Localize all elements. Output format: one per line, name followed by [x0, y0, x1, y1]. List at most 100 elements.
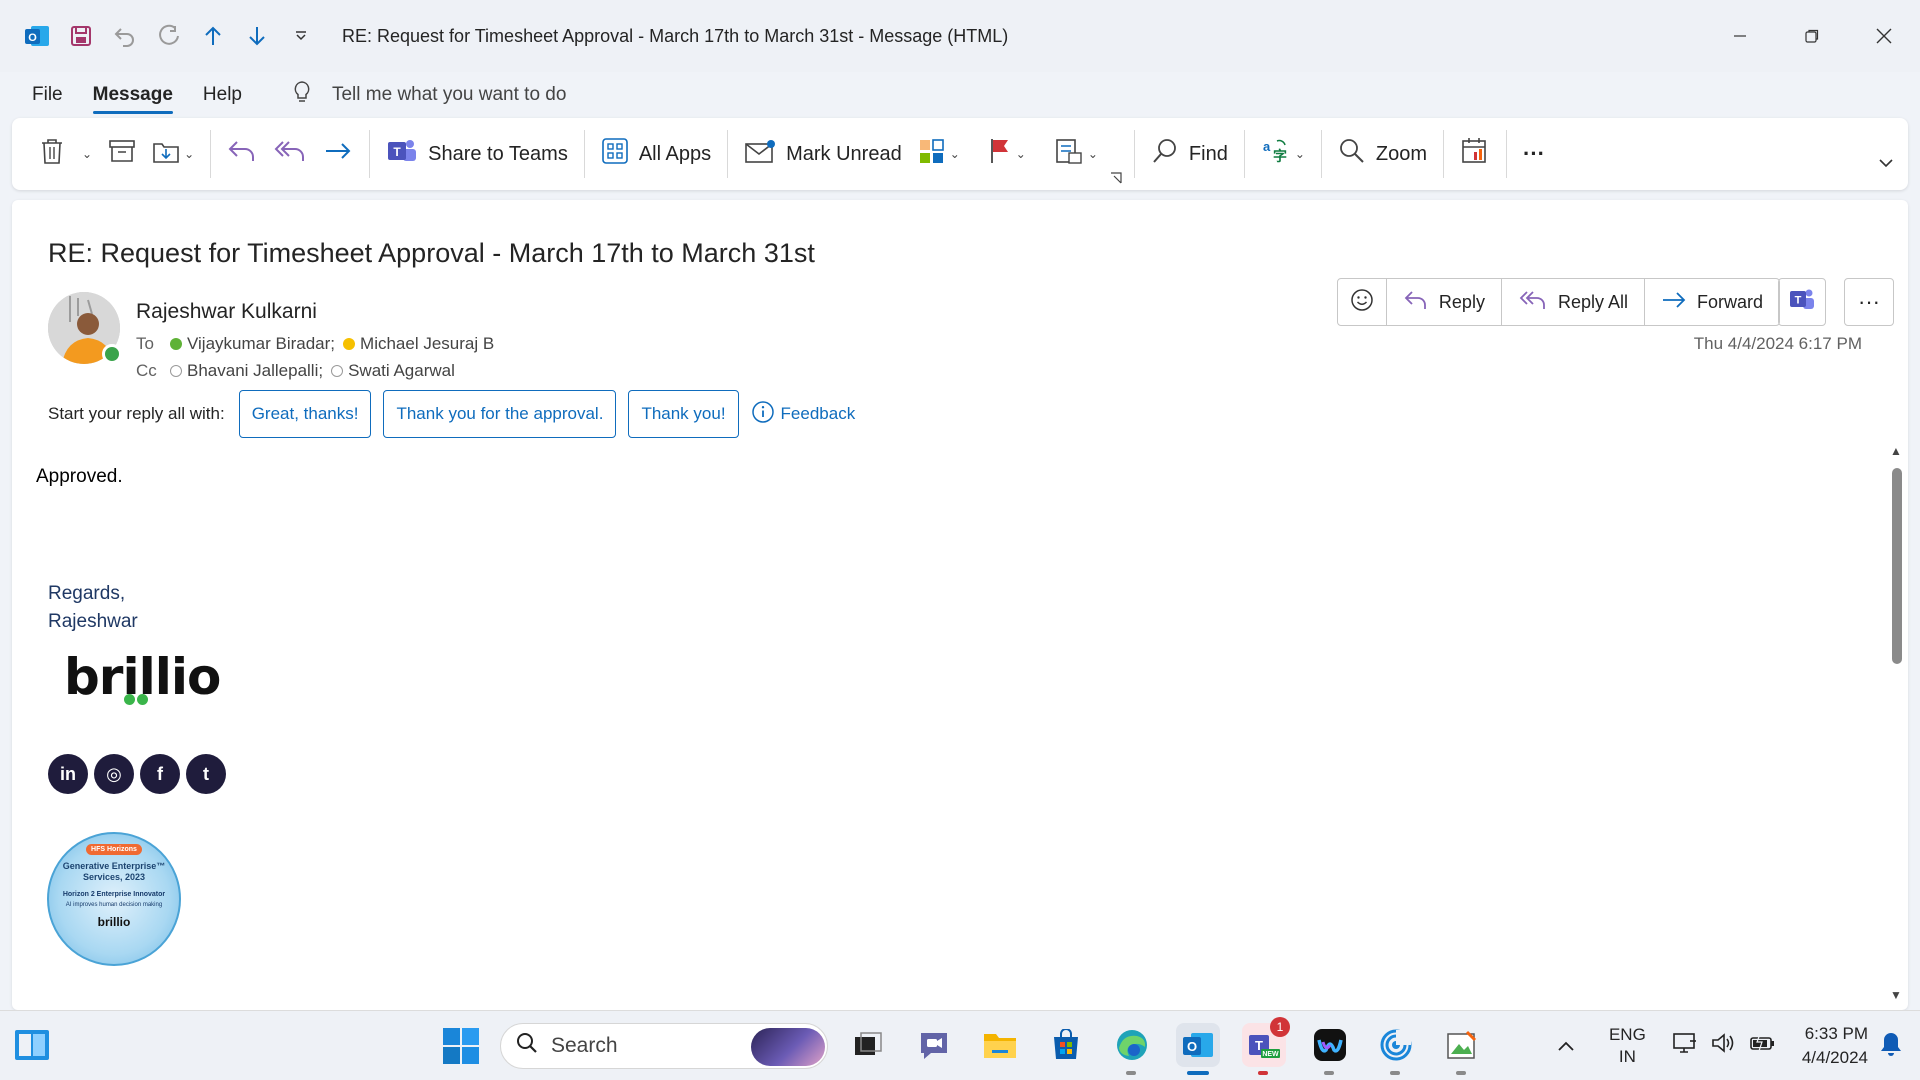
- reply-ribbon-button[interactable]: [219, 130, 265, 178]
- battery-icon[interactable]: [1748, 1031, 1776, 1061]
- scroll-down-icon[interactable]: ▼: [1890, 988, 1902, 1002]
- system-clock[interactable]: 6:33 PM 4/4/2024: [1802, 1022, 1868, 1070]
- more-actions-button[interactable]: ···: [1844, 278, 1894, 326]
- presence-away-icon: [343, 338, 356, 350]
- reply-all-ribbon-button[interactable]: [265, 130, 315, 178]
- vpn-client-icon[interactable]: [1374, 1023, 1418, 1075]
- network-icon[interactable]: [1672, 1031, 1698, 1061]
- edge-browser-icon[interactable]: [1110, 1023, 1154, 1075]
- forward-ribbon-button[interactable]: [315, 130, 361, 178]
- chevron-down-icon[interactable]: ⌄: [184, 147, 194, 161]
- suggested-reply-chip[interactable]: Thank you!: [628, 390, 739, 438]
- badge-subtitle: Horizon 2 Enterprise Innovator: [62, 891, 166, 898]
- suggested-reply-chip[interactable]: Thank you for the approval.: [383, 390, 617, 438]
- tab-file[interactable]: File: [32, 76, 63, 114]
- start-button[interactable]: [442, 1027, 480, 1070]
- to-label: To: [136, 334, 154, 353]
- widgets-icon[interactable]: [14, 1029, 50, 1061]
- recipient-michael[interactable]: Michael Jesuraj B: [343, 334, 494, 354]
- running-indicator: [1456, 1071, 1466, 1075]
- mark-unread-button[interactable]: Mark Unread: [736, 130, 910, 178]
- feedback-link[interactable]: Feedback: [751, 400, 856, 429]
- sender-name[interactable]: Rajeshwar Kulkarni: [136, 300, 317, 324]
- chevron-down-icon[interactable]: ⌄: [1295, 147, 1305, 161]
- vertical-scrollbar[interactable]: ▲ ▼: [1886, 440, 1908, 1002]
- redo-icon[interactable]: [154, 21, 184, 51]
- tab-help[interactable]: Help: [203, 76, 242, 114]
- move-button[interactable]: ⌄: [144, 130, 202, 178]
- outlook-app-icon[interactable]: O: [22, 21, 52, 51]
- save-icon[interactable]: [66, 21, 96, 51]
- translate-button[interactable]: a字 ⌄: [1253, 130, 1313, 178]
- chevron-down-icon[interactable]: ⌄: [1016, 147, 1026, 161]
- signature-name: Rajeshwar: [48, 611, 138, 632]
- facebook-icon[interactable]: f: [140, 754, 180, 794]
- social-links: in ◎ f t: [48, 754, 226, 794]
- linkedin-icon[interactable]: in: [48, 754, 88, 794]
- archive-icon: [108, 138, 136, 170]
- minimize-icon[interactable]: [1704, 0, 1776, 72]
- show-hidden-icons-icon[interactable]: [1557, 1036, 1575, 1057]
- chevron-down-icon[interactable]: ⌄: [950, 147, 960, 161]
- avatar[interactable]: [48, 292, 122, 364]
- more-commands-button[interactable]: ···: [1515, 130, 1553, 178]
- feedback-label: Feedback: [780, 404, 856, 423]
- all-apps-button[interactable]: All Apps: [593, 130, 719, 178]
- twitter-icon[interactable]: t: [186, 754, 226, 794]
- reply-all-button[interactable]: Reply All: [1500, 279, 1644, 325]
- delete-button[interactable]: ⌄: [32, 130, 100, 178]
- scrollbar-thumb[interactable]: [1892, 468, 1902, 664]
- tell-me-search[interactable]: Tell me what you want to do: [292, 80, 566, 110]
- microsoft-store-icon[interactable]: [1044, 1023, 1088, 1067]
- cc-label: Cc: [136, 361, 157, 380]
- previous-item-icon[interactable]: [198, 21, 228, 51]
- chevron-down-icon[interactable]: ⌄: [82, 147, 92, 161]
- rules-button[interactable]: ⌄: [1046, 130, 1106, 178]
- recipient-bhavani[interactable]: Bhavani Jallepalli;: [170, 361, 323, 381]
- suggested-reply-chip[interactable]: Great, thanks!: [238, 390, 372, 438]
- teams-chat-button[interactable]: T: [1778, 278, 1826, 326]
- file-explorer-icon[interactable]: [978, 1023, 1022, 1067]
- scroll-up-icon[interactable]: ▲: [1890, 444, 1902, 458]
- archive-button[interactable]: [100, 130, 144, 178]
- reply-button[interactable]: Reply: [1385, 279, 1501, 325]
- zoom-button[interactable]: Zoom: [1330, 130, 1435, 178]
- customize-quick-access-icon[interactable]: [286, 21, 316, 51]
- recipient-vijaykumar[interactable]: Vijaykumar Biradar;: [170, 334, 335, 354]
- language-indicator[interactable]: ENG IN: [1609, 1024, 1646, 1068]
- viva-insights-button[interactable]: [1452, 130, 1498, 178]
- notification-bell-icon[interactable]: [1880, 1031, 1902, 1062]
- find-button[interactable]: Find: [1143, 130, 1236, 178]
- categorize-button[interactable]: ⌄: [910, 130, 968, 178]
- snipping-tool-icon[interactable]: [1440, 1023, 1484, 1075]
- follow-up-button[interactable]: ⌄: [980, 130, 1034, 178]
- zoom-label: Zoom: [1375, 142, 1427, 165]
- outlook-taskbar-icon[interactable]: O: [1176, 1023, 1220, 1075]
- teams-chat-icon[interactable]: [912, 1023, 956, 1067]
- apps-grid-icon: [601, 137, 629, 171]
- close-icon[interactable]: [1848, 0, 1920, 72]
- ribbon-divider: [1443, 130, 1444, 178]
- instagram-icon[interactable]: ◎: [94, 754, 134, 794]
- reply-all-icon: [1518, 289, 1548, 316]
- undo-icon[interactable]: [110, 21, 140, 51]
- ribbon-collapse-icon[interactable]: [1878, 156, 1894, 174]
- email-signature: Regards, Rajeshwar: [48, 580, 138, 636]
- restore-icon[interactable]: [1776, 0, 1848, 72]
- forward-button[interactable]: Forward: [1643, 279, 1779, 325]
- next-item-icon[interactable]: [242, 21, 272, 51]
- tags-dialog-launcher[interactable]: [1106, 166, 1126, 190]
- insights-calendar-icon: [1460, 136, 1490, 172]
- reaction-button[interactable]: [1338, 279, 1386, 325]
- teams-new-icon[interactable]: T NEW 1: [1242, 1017, 1290, 1075]
- recipient-swati[interactable]: Swati Agarwal: [331, 361, 455, 381]
- taskbar-search[interactable]: Search: [500, 1023, 828, 1069]
- tab-message[interactable]: Message: [92, 76, 174, 114]
- task-view-icon[interactable]: [846, 1023, 890, 1067]
- svg-text:O: O: [28, 32, 37, 44]
- chevron-down-icon[interactable]: ⌄: [1088, 147, 1098, 161]
- webex-icon[interactable]: [1308, 1023, 1352, 1075]
- share-to-teams-button[interactable]: T Share to Teams: [378, 130, 576, 178]
- recipient-name: Swati Agarwal: [348, 361, 455, 380]
- volume-icon[interactable]: [1710, 1031, 1736, 1061]
